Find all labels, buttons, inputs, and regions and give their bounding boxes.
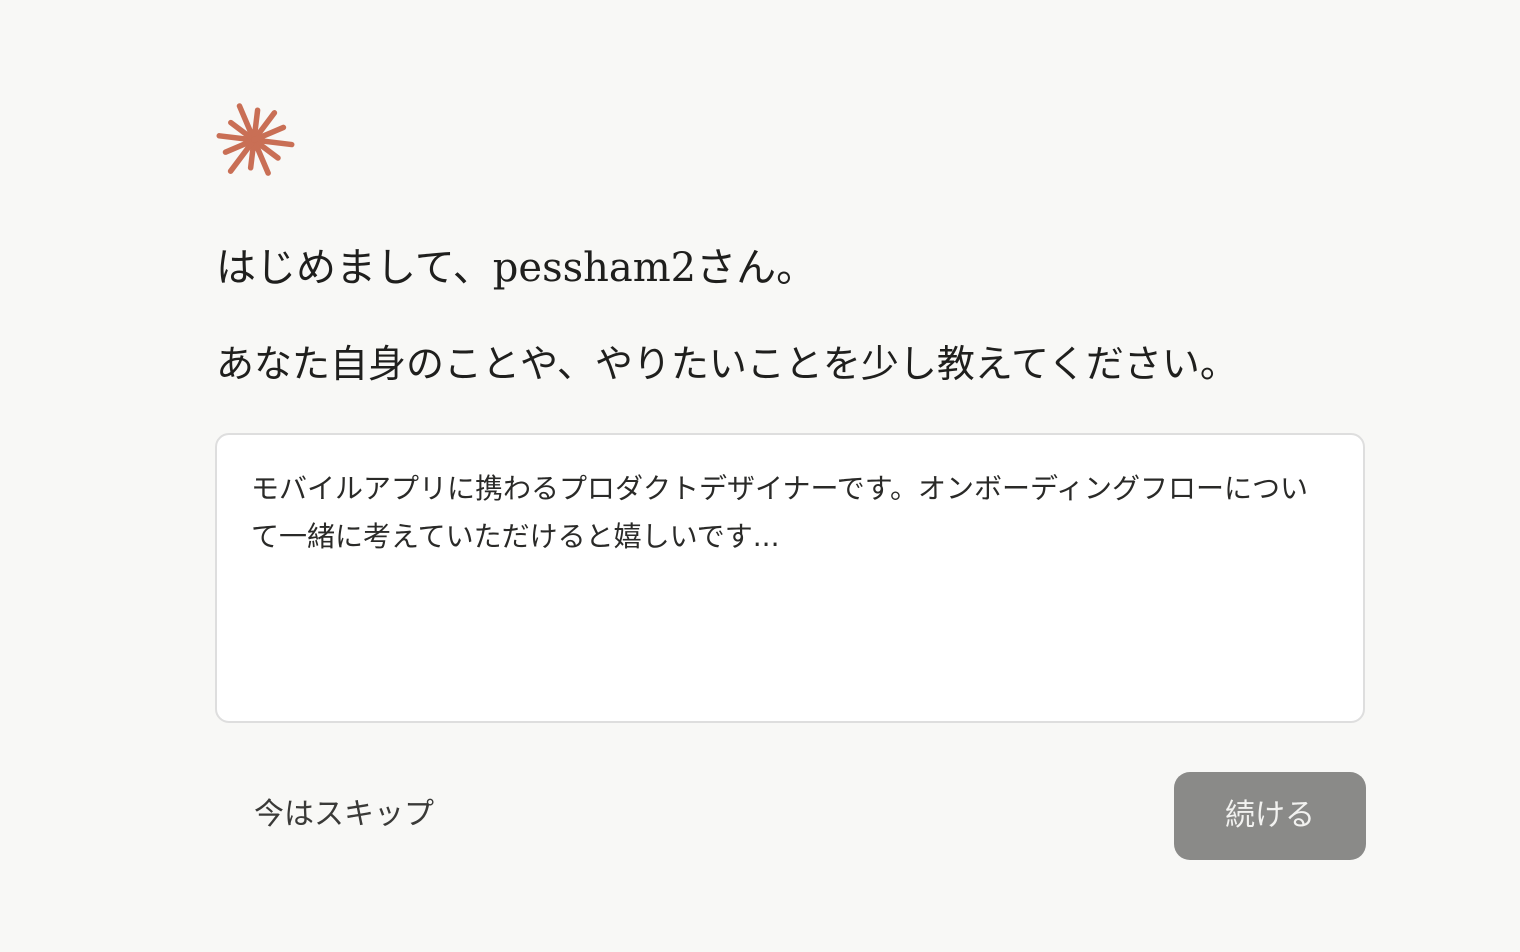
continue-button[interactable]: 続ける: [1174, 772, 1366, 860]
starburst-icon: [216, 103, 295, 176]
intro-prompt: あなた自身のことや、やりたいことを少し教えてください。: [216, 342, 1238, 386]
about-you-input[interactable]: [215, 433, 1365, 723]
onboarding-page: はじめまして、pessham2さん。 あなた自身のことや、やりたいことを少し教え…: [0, 0, 1520, 952]
skip-button[interactable]: 今はスキップ: [232, 782, 456, 848]
greeting-heading: はじめまして、pessham2さん。: [216, 245, 817, 291]
